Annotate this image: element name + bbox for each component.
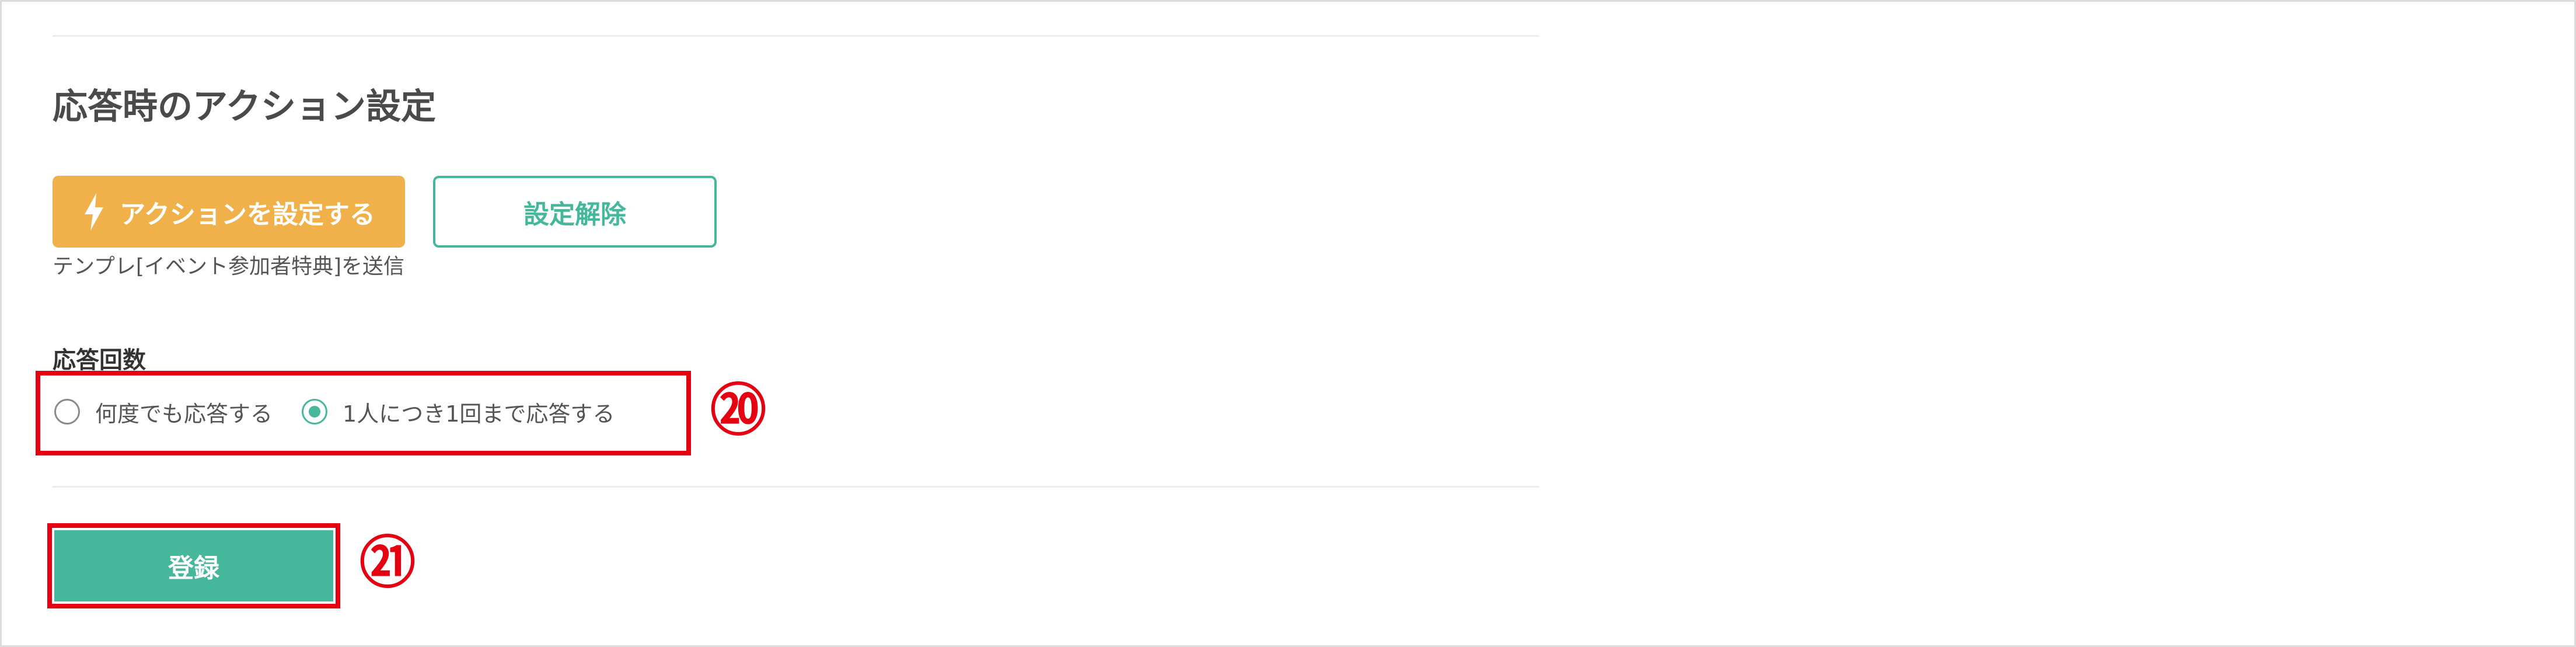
annotation-marker-20: ⑳: [710, 378, 766, 443]
annotation-highlight-radios: [36, 371, 691, 455]
set-action-button-label: アクションを設定する: [120, 199, 375, 229]
annotation-marker-21: ㉑: [359, 530, 416, 596]
top-divider: [53, 35, 1539, 37]
set-action-button[interactable]: アクションを設定する: [53, 176, 405, 248]
annotation-highlight-submit: [47, 523, 340, 608]
action-caption: テンプレ[イベント参加者特典]を送信: [53, 255, 405, 279]
release-setting-button-label: 設定解除: [523, 199, 626, 229]
lightning-bolt-icon: [85, 193, 104, 231]
bottom-divider: [53, 486, 1539, 488]
section-title: 応答時のアクション設定: [53, 86, 436, 127]
content-panel: 応答時のアクション設定 アクションを設定する 設定解除 テンプレ[イベント参加者…: [0, 0, 2576, 647]
release-setting-button[interactable]: 設定解除: [433, 176, 717, 248]
